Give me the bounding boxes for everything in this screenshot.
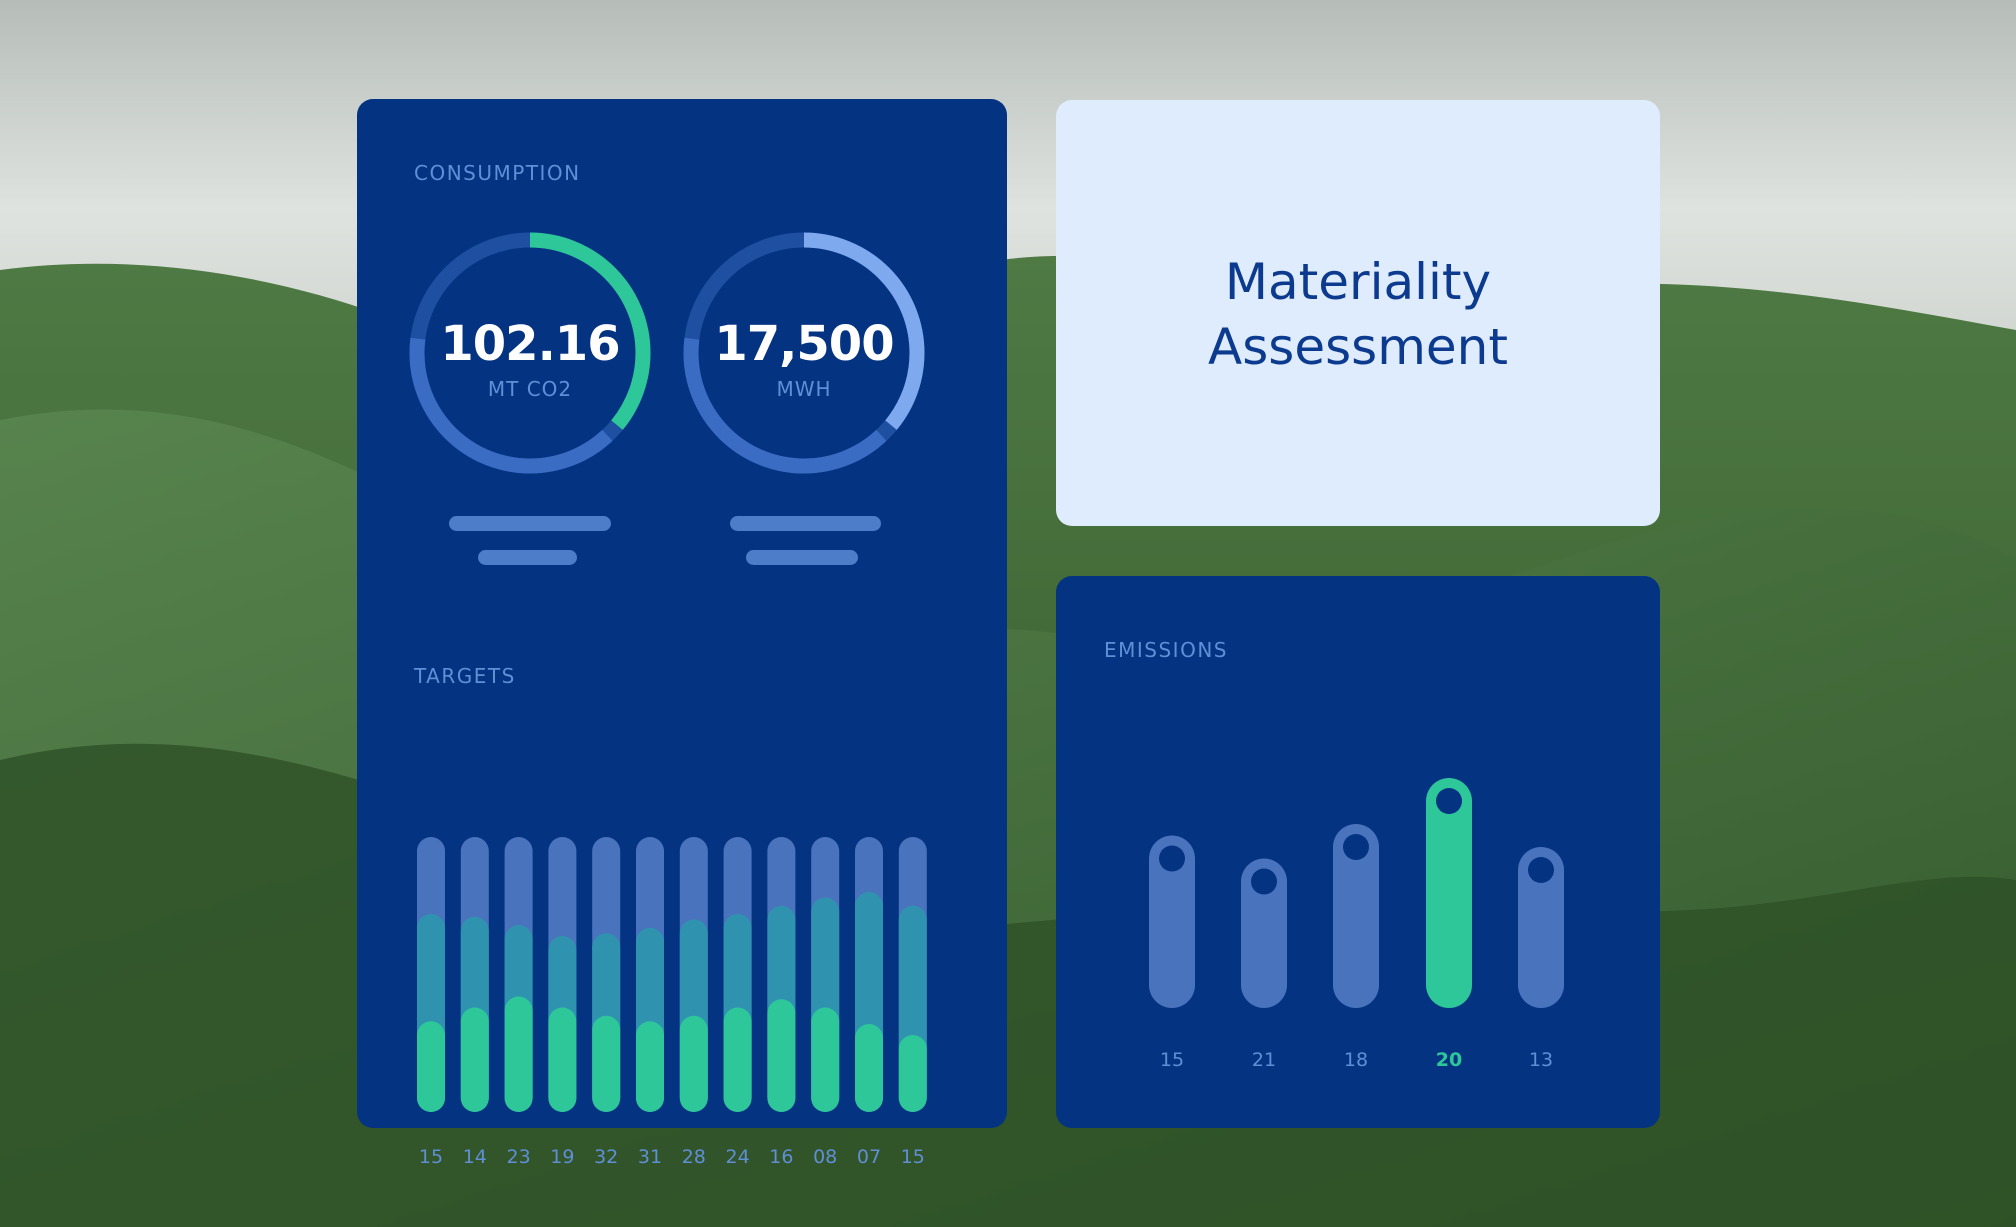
placeholder-line <box>730 516 881 531</box>
mwh-value: 17,500 <box>714 316 894 372</box>
targets-tick-label: 31 <box>638 1146 662 1168</box>
placeholder-line <box>449 516 611 531</box>
targets-tick-label: 24 <box>726 1146 750 1168</box>
targets-tick-label: 15 <box>901 1146 925 1168</box>
targets-bar <box>548 837 577 1112</box>
targets-bar <box>417 837 445 1112</box>
emissions-chart: 15 21 18 20 13 <box>1149 778 1564 1071</box>
targets-bar <box>811 837 840 1112</box>
targets-bar-fill <box>898 1035 927 1112</box>
targets-bar-fill <box>767 999 796 1112</box>
targets-tick-label: 16 <box>769 1146 793 1168</box>
emissions-card: EMISSIONS 15 21 18 20 13 <box>1056 576 1660 1128</box>
emissions-bar-marker <box>1251 868 1277 895</box>
targets-bar-fill <box>548 1007 577 1112</box>
placeholder-line <box>746 550 858 565</box>
targets-chart: 15 14 23 19 32 31 28 24 16 08 07 15 <box>417 837 927 1168</box>
targets-bar <box>636 837 664 1112</box>
placeholder-line <box>478 550 577 565</box>
materiality-title-line2: Assessment <box>1208 318 1508 376</box>
targets-tick-label: 07 <box>857 1146 881 1168</box>
targets-bar-fill <box>504 996 533 1112</box>
targets-tick-label: 15 <box>419 1146 443 1168</box>
targets-bar-fill <box>636 1021 664 1112</box>
consumption-card: CONSUMPTION 102.16 MT CO2 17,500 MWH TAR… <box>357 99 1007 1168</box>
emissions-bar-marker <box>1436 788 1462 814</box>
targets-bar-fill <box>592 1015 621 1112</box>
emissions-bar-marker <box>1159 845 1185 872</box>
emissions-tick-label: 15 <box>1160 1049 1184 1071</box>
emissions-tick-label: 21 <box>1252 1049 1276 1071</box>
targets-bar <box>679 837 708 1112</box>
targets-tick-label: 14 <box>463 1146 487 1168</box>
targets-tick-label: 19 <box>550 1146 574 1168</box>
targets-bar-fill <box>811 1007 840 1112</box>
targets-bar-fill <box>417 1021 445 1112</box>
targets-label: TARGETS <box>414 664 516 688</box>
materiality-title: Materiality Assessment <box>1056 250 1660 380</box>
targets-bar <box>898 837 927 1112</box>
emissions-bar-marker <box>1343 834 1369 860</box>
emissions-bar-marker <box>1528 857 1554 883</box>
mountain-background-image <box>0 0 2016 1227</box>
targets-tick-label: 28 <box>682 1146 706 1168</box>
co2-unit: MT CO2 <box>487 377 573 401</box>
targets-tick-label: 32 <box>594 1146 618 1168</box>
targets-bar <box>855 837 883 1112</box>
emissions-tick-label: 20 <box>1436 1049 1462 1071</box>
materiality-assessment-card[interactable]: Materiality Assessment <box>1056 100 1660 526</box>
mwh-unit: MWH <box>776 377 832 401</box>
materiality-title-line1: Materiality <box>1224 253 1492 311</box>
targets-bar <box>767 837 796 1112</box>
targets-bar <box>460 837 489 1112</box>
targets-bar <box>592 837 621 1112</box>
targets-bar <box>504 837 533 1112</box>
targets-bar-fill <box>855 1024 883 1112</box>
targets-bar-fill <box>723 1007 752 1112</box>
emissions-tick-label: 13 <box>1529 1049 1553 1071</box>
targets-bar-fill <box>460 1007 489 1112</box>
targets-bar <box>723 837 752 1112</box>
targets-bar-fill <box>679 1015 708 1112</box>
targets-tick-label: 08 <box>813 1146 837 1168</box>
targets-tick-label: 23 <box>507 1146 531 1168</box>
co2-value: 102.16 <box>440 316 620 372</box>
emissions-tick-label: 18 <box>1344 1049 1368 1071</box>
